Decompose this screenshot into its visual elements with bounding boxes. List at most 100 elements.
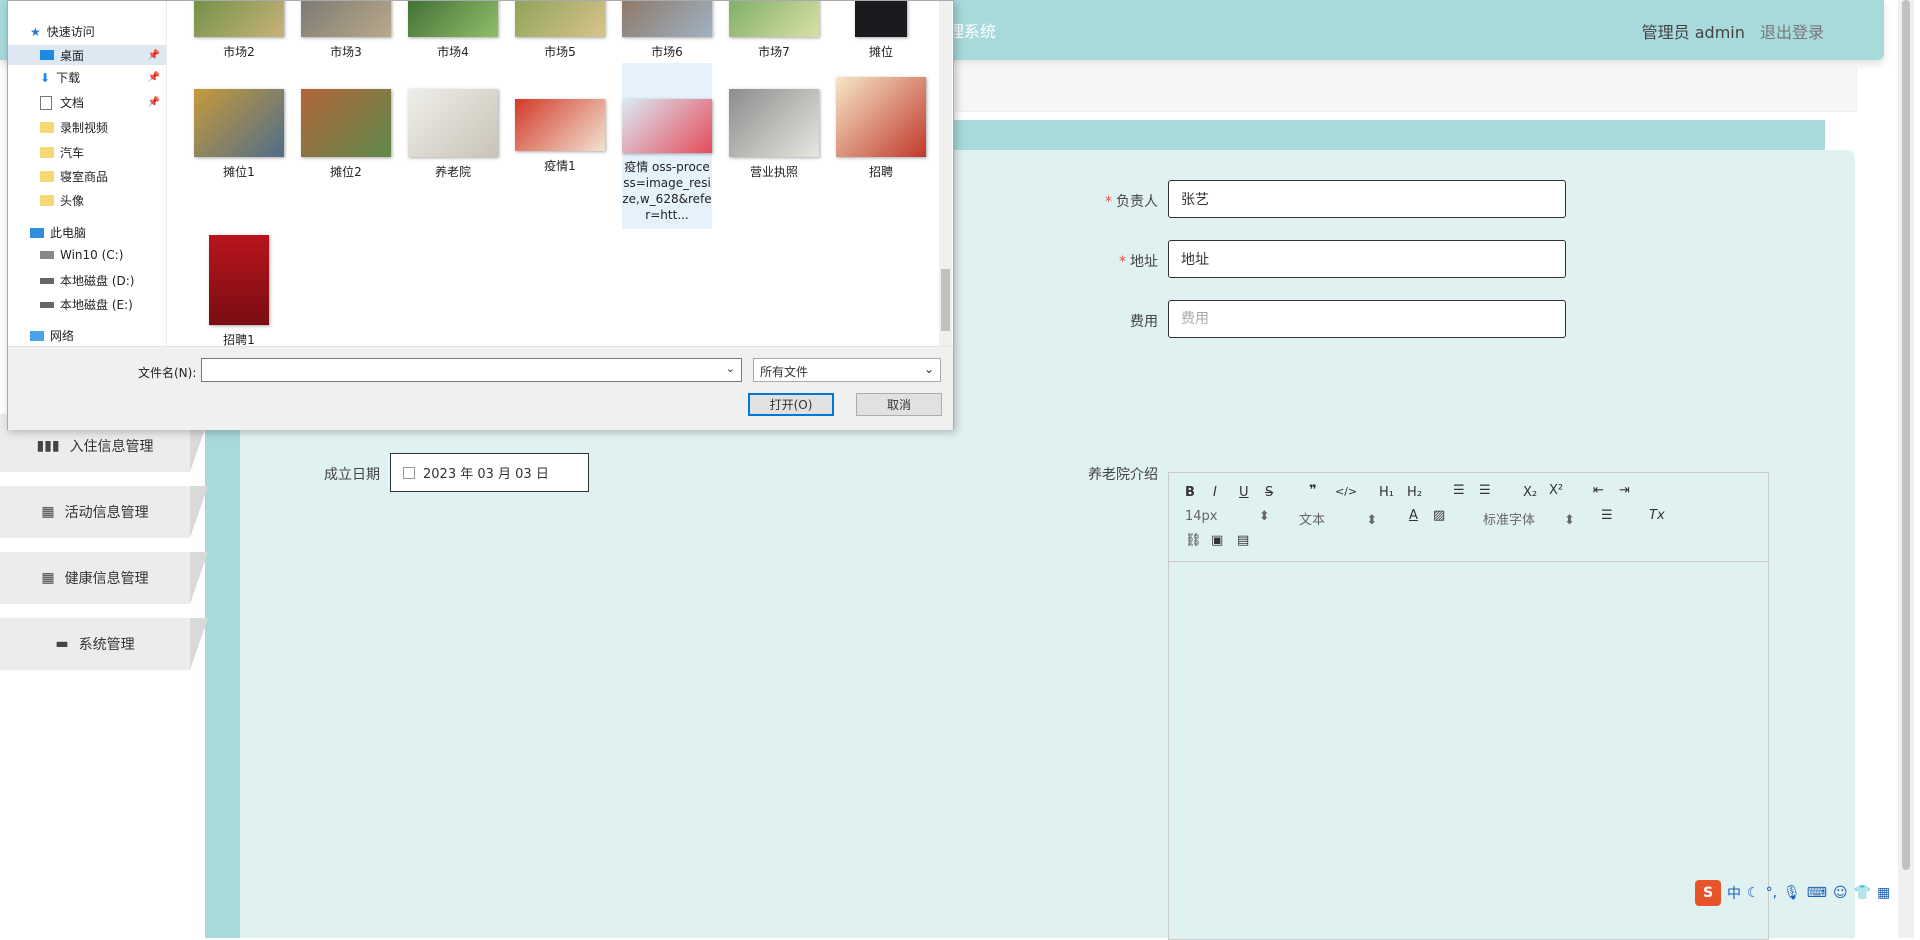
manager-input[interactable] (1168, 180, 1566, 218)
nav-quick-access[interactable]: ★ 快速访问 (30, 23, 95, 40)
file-item[interactable]: 养老院 (408, 89, 498, 180)
admin-label: 管理员 admin (1641, 23, 1745, 42)
logout-link[interactable]: 退出登录 (1760, 23, 1824, 42)
sidebar-item-system[interactable]: ▬ 系统管理 (0, 618, 208, 670)
nav-drive-d[interactable]: 本地磁盘 (D:) (40, 272, 134, 289)
fee-label: 费用 (1130, 314, 1158, 330)
file-item-selected[interactable]: 疫情 oss-process=image_resize,w_628&refer=… (622, 63, 712, 229)
nav-avatar[interactable]: 头像 (40, 192, 84, 209)
file-item[interactable]: 摊位 (836, 1, 926, 60)
font-family-select[interactable]: 标准字体 ⬍ (1483, 509, 1575, 528)
nav-bedroom-goods[interactable]: 寝室商品 (40, 168, 108, 185)
fee-input[interactable] (1168, 300, 1566, 338)
page-scroll-thumb[interactable] (1902, 0, 1910, 870)
skin-icon[interactable]: 👕 (1854, 885, 1871, 901)
underline-icon[interactable]: U (1239, 485, 1249, 500)
nav-recorded-videos[interactable]: 录制视频 (40, 119, 108, 136)
font-color-icon[interactable]: A (1409, 508, 1418, 523)
superscript-icon[interactable]: X² (1549, 483, 1563, 498)
font-size-select[interactable]: 14px ⬍ (1185, 509, 1270, 524)
pin-icon[interactable]: 📌 (148, 97, 160, 108)
strikethrough-icon[interactable]: S (1265, 485, 1273, 500)
user-icon[interactable]: ☺ (1833, 885, 1848, 901)
nav-this-pc[interactable]: 此电脑 (30, 224, 86, 241)
date-picker[interactable]: 2023 年 03 月 03 日 (390, 453, 589, 492)
file-item[interactable]: 市场5 (515, 1, 605, 60)
file-item[interactable]: 摊位1 (194, 89, 284, 180)
sidebar-item-health[interactable]: ▦ 健康信息管理 (0, 552, 208, 604)
ordered-list-icon[interactable]: ☰ (1453, 483, 1465, 498)
indent-icon[interactable]: ⇥ (1619, 483, 1630, 498)
pin-icon[interactable]: 📌 (148, 50, 160, 61)
file-item[interactable]: 摊位2 (301, 89, 391, 180)
file-item[interactable]: 疫情1 (515, 99, 605, 174)
clear-format-icon[interactable]: Tx (1649, 508, 1665, 523)
bullet-list-icon[interactable]: ☰ (1479, 483, 1491, 498)
file-item[interactable]: 市场4 (408, 1, 498, 60)
text-type-select[interactable]: 文本 ⬍ (1299, 509, 1377, 528)
align-icon[interactable]: ☰ (1601, 508, 1613, 523)
address-label: * 地址 (1080, 251, 1158, 271)
dialog-nav-pane: ★ 快速访问 桌面 📌 ⬇ 下载 📌 文档 📌 录制视频 汽车 寝室商品 头像 此电脑 W… (8, 1, 167, 346)
file-item[interactable]: 招聘 (836, 77, 926, 180)
keyboard-icon[interactable]: ⌨ (1807, 885, 1827, 901)
nav-car[interactable]: 汽车 (40, 144, 84, 161)
chevron-down-icon[interactable]: ⌄ (726, 362, 735, 375)
nav-label: 此电脑 (50, 226, 87, 240)
heading2-icon[interactable]: H₂ (1407, 485, 1422, 500)
file-thumbnail (855, 1, 907, 37)
filename-input[interactable]: ⌄ (201, 358, 742, 382)
file-item[interactable]: 营业执照 (729, 89, 819, 180)
filetype-select[interactable]: 所有文件 ⌄ (753, 358, 941, 382)
filename-label: 文件名(N): (138, 366, 197, 380)
video-icon[interactable]: ▤ (1237, 533, 1249, 548)
nav-documents[interactable]: 文档 📌 (8, 94, 166, 111)
italic-icon[interactable]: I (1213, 485, 1217, 500)
file-name: 市场6 (651, 45, 683, 59)
file-item[interactable]: 市场6 (622, 1, 712, 60)
open-button[interactable]: 打开(O) (748, 393, 834, 416)
pin-icon[interactable]: 📌 (148, 72, 160, 83)
sogou-logo-icon[interactable]: S (1695, 880, 1721, 906)
file-item[interactable]: 招聘1 (194, 235, 284, 346)
header-user-area: 管理员 admin 退出登录 (1642, 19, 1824, 43)
link-icon[interactable]: ⛓ (1185, 533, 1202, 548)
code-icon[interactable]: </> (1335, 485, 1357, 498)
file-item[interactable]: 市场3 (301, 1, 391, 60)
ime-mode[interactable]: 中 (1727, 883, 1741, 903)
nav-desktop[interactable]: 桌面 📌 (8, 45, 166, 65)
rich-text-editor: B I U S ❞ </> H₁ H₂ ☰ ☰ X₂ X² ⇤ ⇥ 14px ⬍… (1168, 472, 1769, 940)
address-input[interactable] (1168, 240, 1566, 278)
nav-downloads[interactable]: ⬇ 下载 📌 (8, 69, 166, 86)
subscript-icon[interactable]: X₂ (1523, 485, 1537, 500)
date-value: 2023 年 03 月 03 日 (423, 467, 549, 482)
nav-drive-c[interactable]: Win10 (C:) (40, 248, 123, 262)
nav-network[interactable]: 网络 (30, 327, 74, 344)
nav-label: 头像 (60, 194, 85, 208)
punctuation-icon[interactable]: °, (1766, 885, 1777, 901)
heading1-icon[interactable]: H₁ (1379, 485, 1394, 500)
bold-icon[interactable]: B (1185, 485, 1195, 500)
nav-drive-e[interactable]: 本地磁盘 (E:) (40, 296, 133, 313)
chat-icon: ▬ (55, 636, 69, 652)
image-icon[interactable]: ▣ (1211, 533, 1223, 548)
apps-icon[interactable]: ▦ (1877, 885, 1890, 901)
font-size-value: 14px (1185, 509, 1218, 524)
sidebar-item-label: 入住信息管理 (69, 439, 154, 455)
background-color-icon[interactable]: ▨ (1433, 508, 1445, 523)
sidebar-item-activity[interactable]: ▦ 活动信息管理 (0, 486, 208, 538)
cancel-button[interactable]: 取消 (856, 393, 942, 416)
folder-icon (40, 122, 54, 133)
grid-icon: ▦ (41, 504, 55, 520)
quote-icon[interactable]: ❞ (1309, 483, 1317, 498)
file-item[interactable]: 市场7 (729, 1, 819, 60)
grid-icon: ▦ (41, 570, 55, 586)
file-item[interactable]: 市场2 (194, 1, 284, 60)
moon-icon[interactable]: ☾ (1747, 885, 1760, 901)
file-thumbnail (515, 99, 605, 151)
nav-label: 网络 (50, 329, 75, 343)
microphone-icon[interactable]: 🎙 (1783, 885, 1801, 901)
nav-label: 下载 (56, 71, 81, 85)
dialog-scroll-thumb[interactable] (941, 269, 950, 331)
outdent-icon[interactable]: ⇤ (1593, 483, 1604, 498)
